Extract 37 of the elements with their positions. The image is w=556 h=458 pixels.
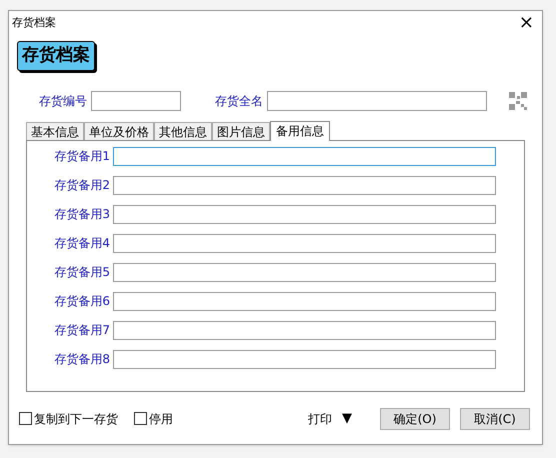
input-field[interactable]	[113, 262, 496, 282]
tab[interactable]: 图片信息	[212, 122, 270, 140]
input-field[interactable]	[113, 176, 496, 194]
checkbox[interactable]	[134, 412, 147, 425]
tab[interactable]: 单位及价格	[84, 122, 154, 140]
qr-code-icon[interactable]	[509, 92, 527, 110]
field-label: 存货全名	[215, 92, 263, 110]
checkbox-label: 复制到下一存货	[34, 410, 118, 428]
input-field[interactable]	[113, 146, 496, 166]
input-field[interactable]	[113, 350, 496, 368]
print-button[interactable]: 打印	[308, 410, 332, 428]
input-field[interactable]	[113, 234, 496, 252]
field-label: 存货备用3	[53, 206, 111, 223]
dialog-button[interactable]: 取消(C)	[460, 408, 530, 430]
field-label: 存货备用2	[53, 177, 111, 194]
tab[interactable]: 备用信息	[270, 120, 330, 140]
close-button[interactable]: ×	[518, 14, 534, 32]
header-badge: 存货档案	[17, 41, 95, 70]
print-dropdown[interactable]: ▼	[342, 408, 352, 428]
input-field[interactable]	[113, 204, 496, 224]
tab[interactable]: 基本信息	[26, 122, 84, 140]
field-label: 存货备用1	[53, 148, 111, 165]
field-label: 存货备用7	[53, 322, 111, 339]
field-label: 存货编号	[39, 92, 87, 110]
checkbox-label: 停用	[149, 410, 173, 428]
field-label: 存货备用8	[53, 351, 111, 368]
input-field[interactable]	[91, 90, 181, 110]
input-field[interactable]	[113, 320, 496, 340]
input-field[interactable]	[267, 90, 487, 110]
dialog-button[interactable]: 确定(O)	[380, 408, 450, 430]
field-label: 存货备用6	[53, 293, 111, 310]
field-label: 存货备用5	[53, 264, 111, 281]
window-title: 存货档案	[12, 14, 56, 31]
field-label: 存货备用4	[53, 235, 111, 252]
checkbox[interactable]	[19, 412, 32, 425]
tab[interactable]: 其他信息	[154, 122, 212, 140]
input-field[interactable]	[113, 292, 496, 310]
